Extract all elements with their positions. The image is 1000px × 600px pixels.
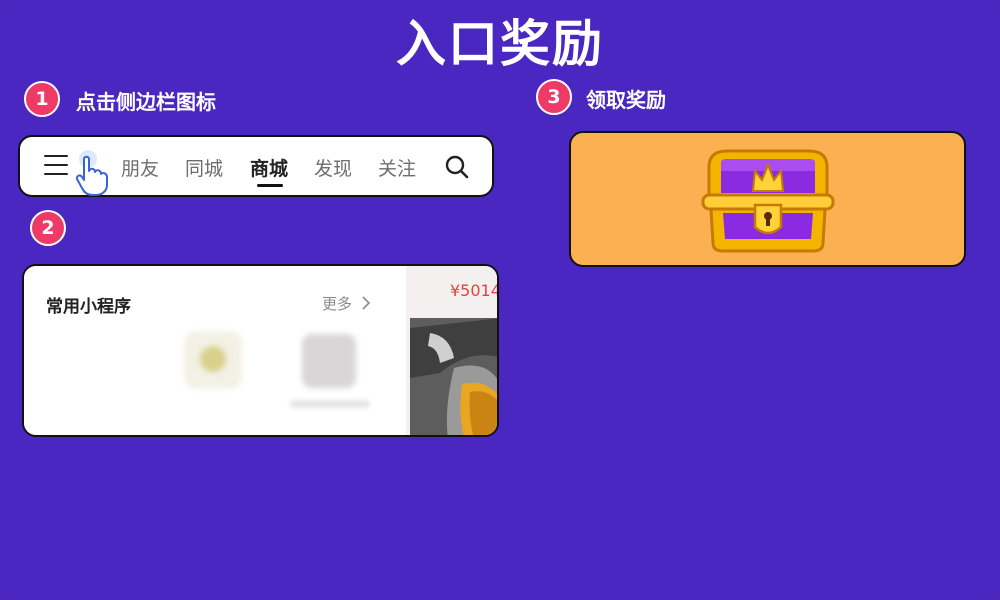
active-tab-indicator [257, 184, 283, 187]
treasure-chest-icon[interactable] [699, 147, 837, 255]
tab-mall[interactable]: 商城 [250, 154, 288, 181]
tab-friends[interactable]: 朋友 [121, 154, 159, 181]
step-1-text: 点击侧边栏图标 [76, 90, 216, 114]
step-3-text: 领取奖励 [586, 88, 666, 112]
product-price: ¥5014 [450, 281, 499, 300]
mini-program-app-glyph [200, 346, 226, 372]
step-3-badge: 3 [536, 79, 572, 115]
mini-programs-title: 常用小程序 [46, 297, 131, 317]
mini-program-app-icon[interactable] [302, 334, 356, 388]
mini-programs-card: 常用小程序 更多 ¥5014 [22, 264, 499, 437]
more-link[interactable]: 更多 [322, 293, 352, 314]
tab-follow[interactable]: 关注 [378, 154, 416, 181]
step-1-badge: 1 [24, 81, 60, 117]
step-2-badge: 2 [30, 210, 66, 246]
hand-pointer-icon [75, 150, 108, 196]
tab-bar: 朋友 同城 商城 发现 关注 [18, 135, 494, 197]
page-title: 入口奖励 [396, 15, 604, 73]
menu-icon[interactable] [44, 155, 68, 177]
reward-card[interactable] [569, 131, 966, 267]
chevron-right-icon [362, 296, 371, 310]
search-icon[interactable] [444, 154, 470, 180]
mini-program-app-label [290, 400, 370, 408]
tab-discover[interactable]: 发现 [314, 154, 352, 181]
product-photo[interactable] [410, 318, 499, 437]
tab-local[interactable]: 同城 [185, 154, 223, 181]
